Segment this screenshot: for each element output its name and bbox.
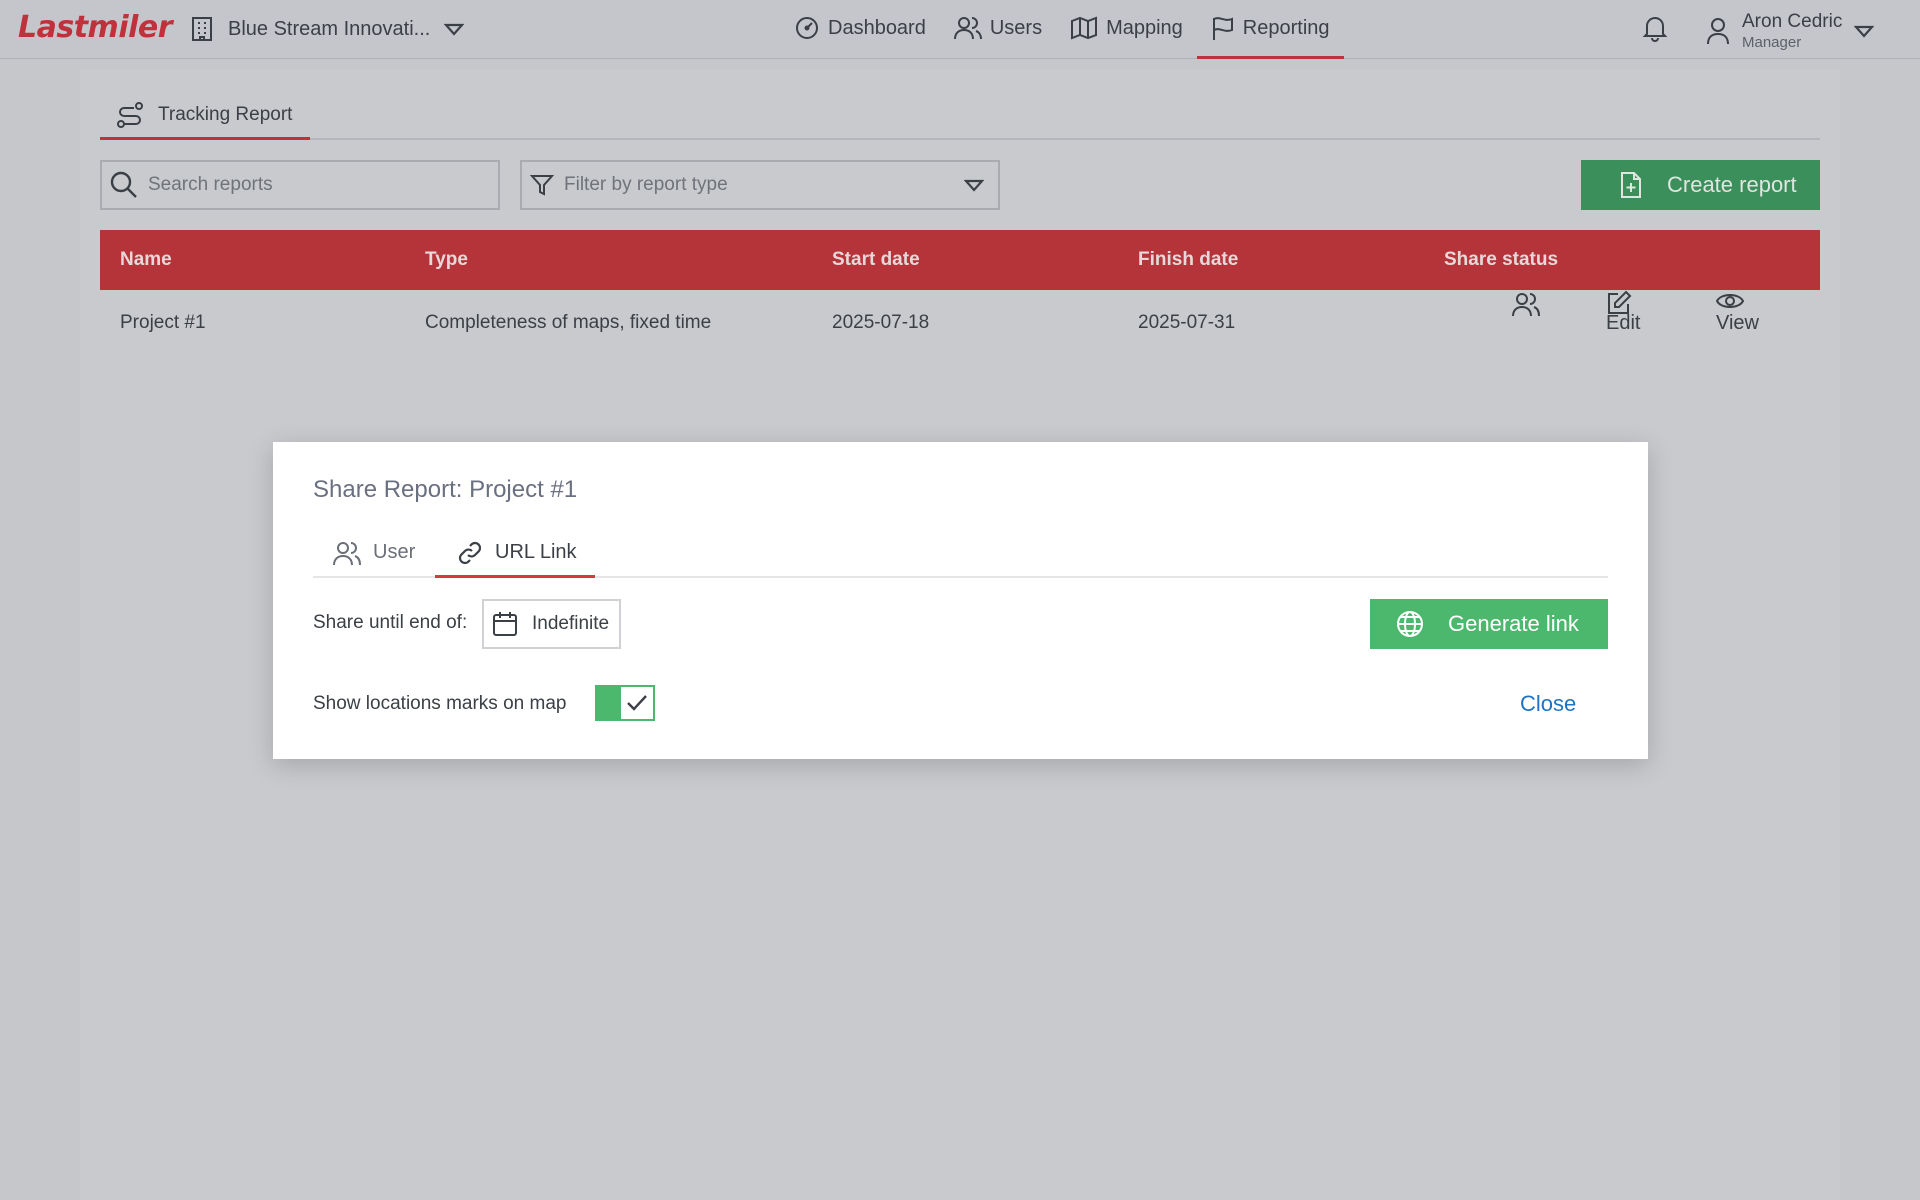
share-until-date-picker[interactable]: Indefinite (482, 599, 621, 649)
cell-type: Completeness of maps, fixed time (425, 312, 712, 333)
calendar-icon (492, 611, 518, 637)
nav-item-label: Reporting (1242, 16, 1330, 39)
user-icon (1706, 17, 1730, 45)
main-nav: Dashboard Users Mapping Reporting (780, 0, 1344, 59)
column-header-type[interactable]: Type (425, 230, 468, 290)
chevron-down-icon (1854, 24, 1875, 38)
nav-item-label: Users (989, 16, 1043, 39)
map-icon (1070, 16, 1098, 40)
link-icon (457, 540, 483, 566)
report-tabs: Tracking Report (100, 70, 1820, 140)
app-logo[interactable]: Lastmiler (18, 10, 173, 45)
table-header: Name Type Start date Finish date Share s… (100, 230, 1820, 290)
search-input[interactable] (148, 174, 498, 196)
filter-icon (530, 173, 554, 197)
cell-start-date: 2025-07-18 (832, 312, 930, 333)
tab-tracking-report[interactable]: Tracking Report (100, 92, 310, 140)
close-button[interactable]: Close (1520, 691, 1576, 717)
user-menu[interactable]: Aron Cedric Manager (1706, 10, 1875, 52)
nav-item-users[interactable]: Users (940, 0, 1056, 59)
user-name: Aron Cedric (1742, 11, 1843, 32)
users-icon (1512, 290, 1540, 318)
tab-label: Tracking Report (158, 103, 293, 125)
route-icon (116, 101, 144, 129)
chevron-down-icon (444, 22, 465, 36)
top-navigation-bar: Lastmiler Blue Stream Innovati... Dashbo… (0, 0, 1920, 59)
check-icon (626, 694, 648, 712)
search-icon (110, 171, 138, 199)
organization-name: Blue Stream Innovati... (228, 17, 431, 40)
share-until-label: Share until end of: (313, 612, 468, 633)
user-role: Manager (1742, 34, 1802, 51)
create-report-button[interactable]: Create report (1581, 160, 1820, 210)
users-icon (953, 15, 982, 41)
column-header-start-date[interactable]: Start date (832, 230, 920, 290)
notifications-button[interactable] (1642, 14, 1668, 42)
edit-label: Edit (1606, 312, 1641, 334)
dialog-title: Share Report: Project #1 (313, 476, 578, 503)
report-type-filter[interactable] (520, 160, 1000, 210)
organization-selector[interactable]: Blue Stream Innovati... (190, 14, 465, 44)
flag-icon (1211, 15, 1235, 41)
view-label: View (1716, 312, 1759, 334)
cell-finish-date: 2025-07-31 (1138, 312, 1236, 333)
show-marks-toggle[interactable] (595, 685, 655, 721)
nav-item-label: Mapping (1106, 16, 1183, 39)
globe-icon (1396, 610, 1424, 638)
nav-item-mapping[interactable]: Mapping (1056, 0, 1197, 59)
share-report-dialog: Share Report: Project #1 User URL Link S… (273, 442, 1648, 759)
column-header-share-status[interactable]: Share status (1444, 230, 1558, 290)
generate-link-label: Generate link (1448, 611, 1579, 636)
tab-url-link[interactable]: URL Link (435, 530, 595, 578)
file-plus-icon (1619, 171, 1643, 199)
share-until-value: Indefinite (532, 613, 610, 634)
column-header-finish-date[interactable]: Finish date (1138, 230, 1238, 290)
tab-user[interactable]: User (313, 530, 433, 578)
create-report-label: Create report (1667, 172, 1797, 197)
gauge-icon (794, 15, 820, 41)
show-marks-label: Show locations marks on map (313, 693, 567, 714)
nav-item-reporting[interactable]: Reporting (1196, 0, 1344, 59)
toggle-knob (621, 687, 653, 719)
cell-name: Project #1 (120, 312, 206, 333)
generate-link-button[interactable]: Generate link (1370, 599, 1608, 649)
user-info: Aron Cedric Manager (1742, 12, 1842, 50)
nav-item-label: Dashboard (828, 16, 926, 39)
tab-user-label: User (373, 541, 416, 563)
users-icon (333, 539, 361, 567)
column-header-name[interactable]: Name (120, 230, 172, 290)
nav-item-dashboard[interactable]: Dashboard (780, 0, 940, 59)
table-row[interactable]: Project #1 Completeness of maps, fixed t… (100, 290, 1820, 356)
search-box[interactable] (100, 160, 500, 210)
share-tabs: User URL Link (313, 530, 1608, 578)
tab-url-link-label: URL Link (495, 541, 577, 563)
filter-input[interactable] (564, 174, 954, 196)
bell-icon (1642, 14, 1668, 42)
building-icon (190, 16, 214, 42)
chevron-down-icon[interactable] (964, 178, 984, 192)
